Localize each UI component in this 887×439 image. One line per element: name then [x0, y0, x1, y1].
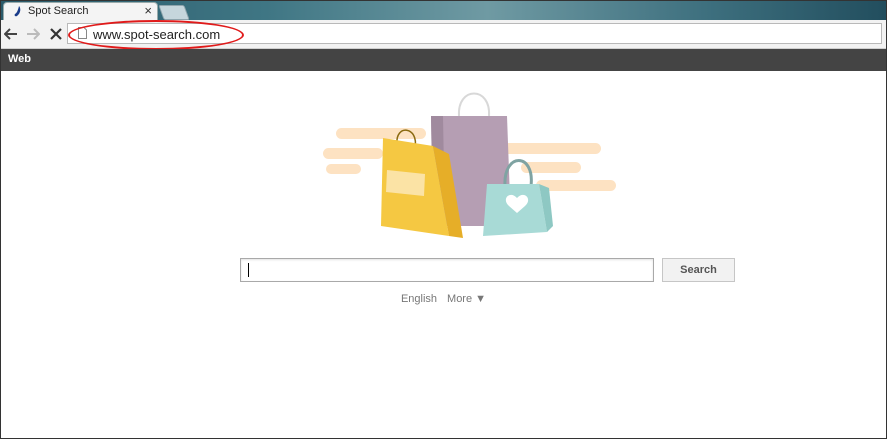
more-dropdown-link[interactable]: More ▼	[447, 293, 486, 305]
tab-close-icon[interactable]: ×	[144, 3, 152, 19]
shopping-bags-illustration	[323, 92, 616, 238]
search-category-bar: Web	[1, 49, 886, 71]
stop-button[interactable]	[46, 24, 66, 44]
tab-title: Spot Search	[28, 5, 89, 17]
search-button[interactable]: Search	[662, 258, 735, 282]
address-bar[interactable]: www.spot-search.com	[67, 23, 882, 44]
language-link[interactable]: English	[401, 293, 437, 305]
close-icon	[50, 28, 62, 40]
language-links: English More ▼	[1, 293, 886, 305]
url-text: www.spot-search.com	[93, 27, 221, 42]
back-button[interactable]	[1, 24, 21, 44]
arrow-right-icon	[27, 28, 40, 40]
browser-window: Spot Search × www.spot-search.com Web Se…	[0, 0, 887, 439]
web-tab[interactable]: Web	[8, 53, 31, 65]
new-tab-button[interactable]	[158, 5, 190, 20]
search-input[interactable]	[240, 258, 654, 282]
tab-strip: Spot Search ×	[1, 1, 886, 20]
forward-button[interactable]	[23, 24, 43, 44]
text-caret	[248, 263, 249, 277]
browser-toolbar: www.spot-search.com	[1, 20, 886, 49]
spot-search-favicon-icon	[14, 6, 21, 17]
browser-tab[interactable]: Spot Search ×	[3, 2, 158, 20]
arrow-left-icon	[4, 28, 17, 40]
document-icon	[78, 27, 87, 39]
